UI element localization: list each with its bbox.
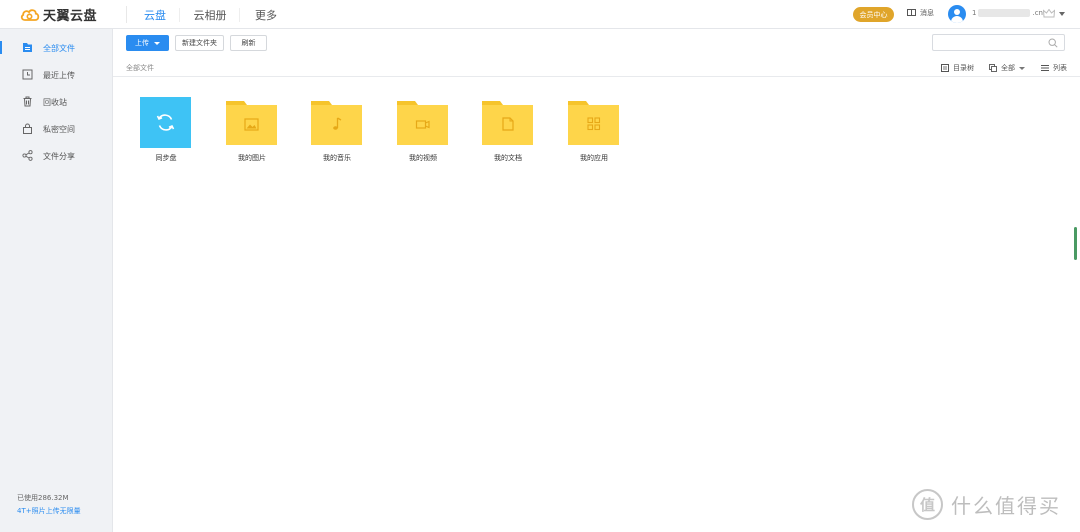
crown-icon — [1043, 9, 1055, 18]
brand-name: 天翼云盘 — [43, 9, 98, 24]
sync-icon — [156, 114, 175, 131]
tree-icon — [941, 64, 949, 72]
nav-tab-label: 云相册 — [193, 8, 227, 22]
storage-promo-link[interactable]: 4T+照片上传无限量 — [17, 506, 81, 516]
clock-icon — [22, 69, 33, 80]
folder-item-pictures[interactable]: 我的图片 — [226, 97, 278, 167]
folder-item-sync[interactable]: 同步盘 — [140, 97, 192, 167]
watermark-badge: 值 — [912, 489, 943, 520]
sidebar-item-label: 最近上传 — [43, 71, 75, 80]
account-suffix: .cn — [1032, 9, 1043, 17]
sidebar-item-recycle-bin[interactable]: 回收站 — [0, 89, 113, 115]
folder-item-videos[interactable]: 我的视频 — [397, 97, 449, 167]
folder-name: 我的文档 — [494, 154, 522, 162]
directory-tree-label: 目录树 — [953, 64, 974, 72]
filter-dropdown[interactable]: 全部 — [989, 63, 1025, 73]
account-prefix: 1 — [972, 9, 977, 17]
refresh-button[interactable]: 刷新 — [230, 35, 267, 51]
trash-icon — [23, 96, 32, 107]
folder-thumbnail — [482, 101, 533, 145]
user-avatar[interactable] — [948, 5, 966, 23]
storage-usage: 已使用286.32M — [17, 494, 69, 502]
nav-tab-cloud-album[interactable]: 云相册 — [180, 0, 240, 29]
folder-item-documents[interactable]: 我的文档 — [482, 97, 534, 167]
message-icon — [907, 9, 916, 16]
filter-label: 全部 — [1001, 64, 1015, 72]
account-name[interactable]: 1 .cn — [972, 9, 1043, 17]
folder-item-apps[interactable]: 我的应用 — [568, 97, 620, 167]
chevron-down-icon — [154, 41, 160, 45]
avatar-head — [954, 9, 960, 15]
scrollbar-thumb[interactable] — [1074, 227, 1077, 260]
list-view-toggle[interactable]: 列表 — [1041, 63, 1067, 73]
brand-logo[interactable]: 天翼云盘 — [20, 6, 98, 24]
breadcrumb-bar: 全部文件 目录树 全部 列表 — [113, 58, 1080, 77]
nav-tab-cloud-disk[interactable]: 云盘 — [130, 0, 180, 29]
list-icon — [1041, 65, 1049, 71]
sidebar: 全部文件 最近上传 回收站 私密空间 文件分享 已使用286.32M 4T+照片… — [0, 29, 113, 532]
account-dropdown-caret-icon[interactable] — [1059, 12, 1065, 16]
folder-thumbnail — [397, 101, 448, 145]
folder-item-music[interactable]: 我的音乐 — [311, 97, 363, 167]
folder-name: 同步盘 — [155, 154, 177, 162]
chevron-down-icon — [1019, 66, 1025, 70]
sidebar-item-label: 全部文件 — [43, 44, 75, 53]
sidebar-item-file-share[interactable]: 文件分享 — [0, 143, 113, 169]
messages-label: 消息 — [920, 9, 934, 17]
upload-button[interactable]: 上传 — [126, 35, 169, 51]
watermark: 值 什么值得买 — [912, 489, 1061, 520]
vip-center-button[interactable]: 会员中心 — [853, 7, 894, 22]
account-redacted — [978, 9, 1031, 17]
folder-name: 我的音乐 — [323, 154, 351, 162]
watermark-text: 什么值得买 — [951, 494, 1061, 518]
copy-icon — [989, 64, 997, 72]
breadcrumb[interactable]: 全部文件 — [126, 63, 154, 73]
sidebar-item-all-files[interactable]: 全部文件 — [0, 35, 113, 61]
search-icon — [1048, 38, 1058, 48]
top-bar: 天翼云盘 云盘 云相册 更多 会员中心 消息 1 .cn — [0, 0, 1080, 29]
nav-tab-more[interactable]: 更多 — [240, 0, 292, 29]
folder-thumbnail — [311, 101, 362, 145]
sidebar-item-label: 文件分享 — [43, 152, 75, 161]
file-folder-icon — [23, 43, 32, 52]
avatar-body — [951, 16, 963, 23]
share-icon — [22, 150, 33, 161]
sidebar-item-label: 回收站 — [43, 98, 67, 107]
nav-tab-label: 更多 — [255, 8, 277, 22]
nav-tab-label: 云盘 — [144, 8, 166, 22]
directory-tree-toggle[interactable]: 目录树 — [941, 63, 974, 73]
header-divider — [126, 6, 127, 23]
folder-name: 我的图片 — [238, 154, 266, 162]
new-folder-button[interactable]: 新建文件夹 — [175, 35, 224, 51]
folder-name: 我的视频 — [409, 154, 437, 162]
sidebar-item-label: 私密空间 — [43, 125, 75, 134]
sidebar-item-recent-uploads[interactable]: 最近上传 — [0, 62, 113, 88]
list-view-label: 列表 — [1053, 64, 1067, 72]
upload-label: 上传 — [135, 39, 149, 47]
folder-name: 我的应用 — [580, 154, 608, 162]
sidebar-item-private-space[interactable]: 私密空间 — [0, 116, 113, 142]
messages-button[interactable]: 消息 — [907, 8, 934, 18]
folder-thumbnail — [568, 101, 619, 145]
main-nav: 云盘 云相册 更多 — [130, 0, 292, 29]
search-input[interactable] — [932, 34, 1065, 51]
folder-thumbnail — [226, 101, 277, 145]
lock-icon — [23, 123, 32, 134]
folder-thumbnail — [140, 97, 192, 149]
cloud-logo-icon — [20, 9, 40, 21]
